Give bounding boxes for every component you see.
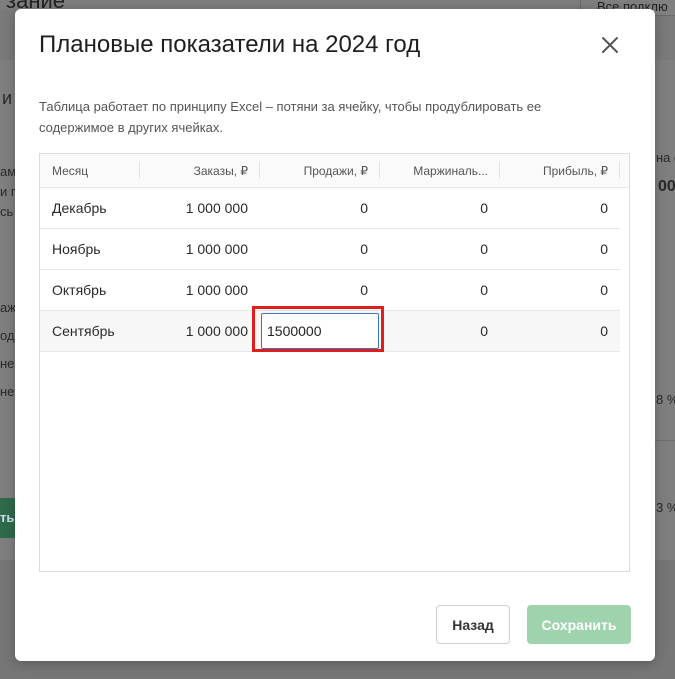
- column-header-margin[interactable]: Маржиналь...: [380, 154, 500, 187]
- column-header-label: Маржиналь...: [413, 163, 488, 178]
- sales-cell-input[interactable]: [261, 313, 379, 349]
- cell-margin[interactable]: 0: [380, 188, 500, 228]
- background-text: 00: [658, 178, 675, 195]
- background-divider: [655, 440, 675, 441]
- save-button[interactable]: Сохранить: [527, 605, 631, 644]
- column-header-label: Месяц: [52, 163, 89, 178]
- cell-orders[interactable]: 1 000 000: [140, 311, 260, 351]
- column-header-month[interactable]: Месяц: [40, 154, 140, 187]
- column-header-label: Продажи, ₽: [303, 163, 368, 178]
- cell-profit[interactable]: 0: [500, 311, 620, 351]
- background-text: сь: [0, 204, 14, 219]
- background-text: ам: [0, 164, 17, 179]
- plan-table: Месяц Заказы, ₽ Продажи, ₽ Маржиналь... …: [39, 153, 630, 572]
- table-row: Ноябрь 1 000 000 0 0 0: [40, 229, 620, 270]
- cell-month: Сентябрь: [52, 323, 115, 339]
- close-icon: [602, 37, 618, 53]
- column-header-sales[interactable]: Продажи, ₽: [260, 154, 380, 187]
- back-button[interactable]: Назад: [436, 605, 510, 644]
- background-card-right: [655, 60, 675, 560]
- cell-margin[interactable]: 0: [380, 229, 500, 269]
- cell-sales[interactable]: 0: [260, 270, 380, 310]
- background-text: аж: [0, 300, 16, 315]
- column-header-label: Заказы, ₽: [193, 163, 248, 178]
- cell-orders[interactable]: 1 000 000: [140, 270, 260, 310]
- table-header: Месяц Заказы, ₽ Продажи, ₽ Маржиналь... …: [40, 154, 629, 188]
- modal-description: Таблица работает по принципу Excel – пот…: [39, 99, 542, 135]
- modal-title: Плановые показатели на 2024 год: [39, 31, 421, 58]
- cell-margin[interactable]: 0: [380, 311, 500, 351]
- background-text: на с: [656, 150, 675, 165]
- column-header-label: Прибыль, ₽: [542, 163, 608, 178]
- plan-targets-modal: Плановые показатели на 2024 год Таблица …: [15, 9, 655, 661]
- background-text: не: [0, 384, 15, 399]
- cell-sales[interactable]: 0: [260, 229, 380, 269]
- cell-sales-editing[interactable]: [252, 306, 384, 352]
- table-row: Декабрь 1 000 000 0 0 0: [40, 188, 620, 229]
- column-header-orders[interactable]: Заказы, ₽: [140, 154, 260, 187]
- cell-month: Ноябрь: [52, 241, 101, 257]
- cell-profit[interactable]: 0: [500, 188, 620, 228]
- cell-month: Октябрь: [52, 282, 107, 298]
- cell-sales[interactable]: 0: [260, 188, 380, 228]
- cell-margin[interactable]: 0: [380, 270, 500, 310]
- cell-profit[interactable]: 0: [500, 229, 620, 269]
- table-row: Октябрь 1 000 000 0 0 0: [40, 270, 620, 311]
- background-green-button: ть: [0, 498, 16, 538]
- cell-profit[interactable]: 0: [500, 270, 620, 310]
- background-text: 3 %: [656, 500, 675, 515]
- background-text: 8 %: [656, 392, 675, 407]
- cell-month: Декабрь: [52, 200, 107, 216]
- background-text: од: [0, 328, 15, 343]
- cell-orders[interactable]: 1 000 000: [140, 229, 260, 269]
- background-text: не: [0, 356, 15, 371]
- table-row: Сентябрь 1 000 000 0 0: [40, 306, 620, 352]
- close-button[interactable]: [598, 33, 622, 57]
- column-header-profit[interactable]: Прибыль, ₽: [500, 154, 620, 187]
- cell-orders[interactable]: 1 000 000: [140, 188, 260, 228]
